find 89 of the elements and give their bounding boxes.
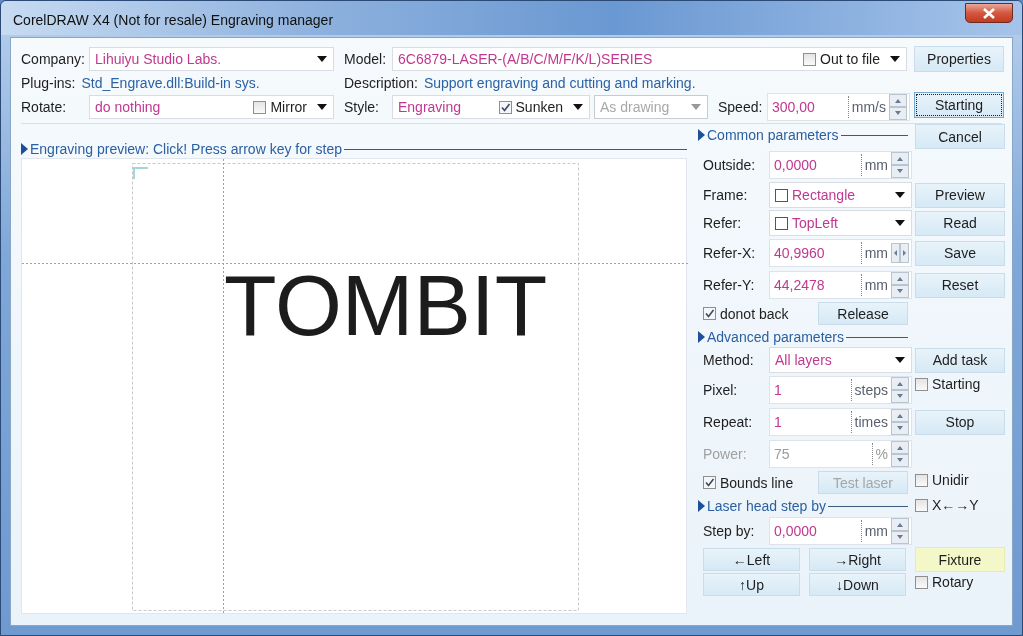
triangle-icon xyxy=(698,331,705,343)
triangle-icon xyxy=(21,143,28,155)
button[interactable]: ←Left xyxy=(703,548,800,571)
triangle-icon xyxy=(698,129,705,141)
caret-icon xyxy=(895,220,905,226)
caret-icon xyxy=(691,104,701,110)
up-down-spinner[interactable] xyxy=(891,272,909,298)
button[interactable]: Starting xyxy=(914,92,1004,118)
section-heading: Common parameters xyxy=(707,127,839,143)
field-label: Refer-X: xyxy=(702,245,757,261)
corner-mark-icon xyxy=(133,167,149,180)
button[interactable]: Fixture xyxy=(915,547,1005,572)
button[interactable]: Cancel xyxy=(915,124,1005,149)
check-icon xyxy=(704,477,715,488)
checkbox[interactable]: Unidir xyxy=(915,472,969,488)
field-label: Company: xyxy=(21,51,86,67)
button[interactable]: →Right xyxy=(809,548,906,571)
preview-canvas[interactable]: TOMBIT xyxy=(21,158,687,614)
caret-icon xyxy=(895,357,905,363)
button[interactable]: Read xyxy=(915,210,1005,236)
dropdown[interactable]: Rectangle xyxy=(769,182,912,208)
left-right-spinner[interactable] xyxy=(891,243,909,263)
field-label: Power: xyxy=(702,446,748,462)
description-value: Support engraving and cutting and marking. xyxy=(423,75,696,91)
field-label: Description: xyxy=(344,75,418,91)
number-field[interactable]: 40,9960 mm xyxy=(769,239,912,267)
section-heading: Advanced parameters xyxy=(707,329,844,345)
engraving-text: TOMBIT xyxy=(224,257,548,353)
field-label: Refer-Y: xyxy=(702,277,756,293)
checkbox[interactable]: Out to file xyxy=(803,51,880,67)
field-label: Outside: xyxy=(702,157,757,173)
field-label: Plug-ins: xyxy=(21,75,76,91)
button[interactable]: Reset xyxy=(915,272,1005,298)
field-label: Rotate: xyxy=(21,99,68,115)
rotate-dropdown[interactable]: do nothing Mirror xyxy=(89,95,334,119)
button[interactable]: Add task xyxy=(915,347,1005,373)
up-down-spinner[interactable] xyxy=(891,409,909,435)
button[interactable]: Release xyxy=(818,302,908,325)
checkbox[interactable]: Mirror xyxy=(253,99,307,115)
field-label: Model: xyxy=(344,51,388,67)
window-title: CorelDRAW X4 (Not for resale) Engraving manager xyxy=(13,11,335,28)
plugin-value: Std_Engrave.dll:Build-in sys. xyxy=(81,75,260,91)
field-label: Step by: xyxy=(702,523,756,539)
checkbox[interactable]: X←→Y xyxy=(915,497,979,513)
field-label: Speed: xyxy=(718,99,764,115)
triangle-icon xyxy=(698,500,705,512)
company-dropdown[interactable]: Lihuiyu Studio Labs. xyxy=(89,47,334,71)
field-label: Method: xyxy=(702,352,755,368)
dropdown[interactable]: All layers xyxy=(769,347,912,373)
number-field[interactable]: 1 times xyxy=(769,408,912,436)
close-icon xyxy=(983,7,995,19)
field-label: Refer: xyxy=(702,215,743,231)
caret-icon xyxy=(317,56,327,62)
checkbox[interactable]: donot back xyxy=(703,305,812,322)
section-heading: Laser head step by xyxy=(707,498,827,514)
up-down-spinner[interactable] xyxy=(891,377,909,403)
button[interactable]: Preview xyxy=(915,182,1005,208)
button[interactable]: ↓Down xyxy=(809,573,906,596)
checkbox[interactable]: Starting xyxy=(915,376,981,392)
number-field[interactable]: 0,0000 mm xyxy=(769,517,912,545)
caret-icon xyxy=(890,56,900,62)
speed-field[interactable]: 300,00 mm/s xyxy=(767,93,910,121)
field-label: Frame: xyxy=(702,187,749,203)
button[interactable]: ↑Up xyxy=(703,573,800,596)
button[interactable]: Save xyxy=(915,240,1005,266)
caret-icon xyxy=(317,104,327,110)
up-down-spinner[interactable] xyxy=(891,518,909,544)
check-icon xyxy=(704,308,715,319)
caret-icon xyxy=(573,104,583,110)
up-down-spinner[interactable] xyxy=(891,152,909,178)
close-button[interactable] xyxy=(965,3,1013,23)
number-field[interactable]: 44,2478 mm xyxy=(769,271,912,299)
number-field[interactable]: 0,0000 mm xyxy=(769,151,912,179)
caret-icon xyxy=(895,192,905,198)
up-down-spinner[interactable] xyxy=(889,94,907,120)
button[interactable]: Properties xyxy=(914,46,1004,72)
field-label: Style: xyxy=(344,99,380,115)
style-dropdown[interactable]: Engraving Sunken xyxy=(392,95,590,119)
model-dropdown[interactable]: 6C6879-LASER-(A/B/C/M/F/K/L)SERIES Out to file xyxy=(392,47,907,71)
checkbox[interactable]: Sunken xyxy=(498,99,563,115)
field-label: Repeat: xyxy=(702,414,754,430)
number-field[interactable]: 1 steps xyxy=(769,376,912,404)
dropdown[interactable]: TopLeft xyxy=(769,210,912,236)
field-label: Pixel: xyxy=(702,382,739,398)
checkbox[interactable]: Bounds line xyxy=(703,474,812,491)
checkbox[interactable]: Rotary xyxy=(915,574,974,590)
check-icon xyxy=(499,101,511,113)
section-heading: Engraving preview: Click! Press arrow key for step xyxy=(30,141,342,157)
button[interactable]: Stop xyxy=(915,409,1005,435)
